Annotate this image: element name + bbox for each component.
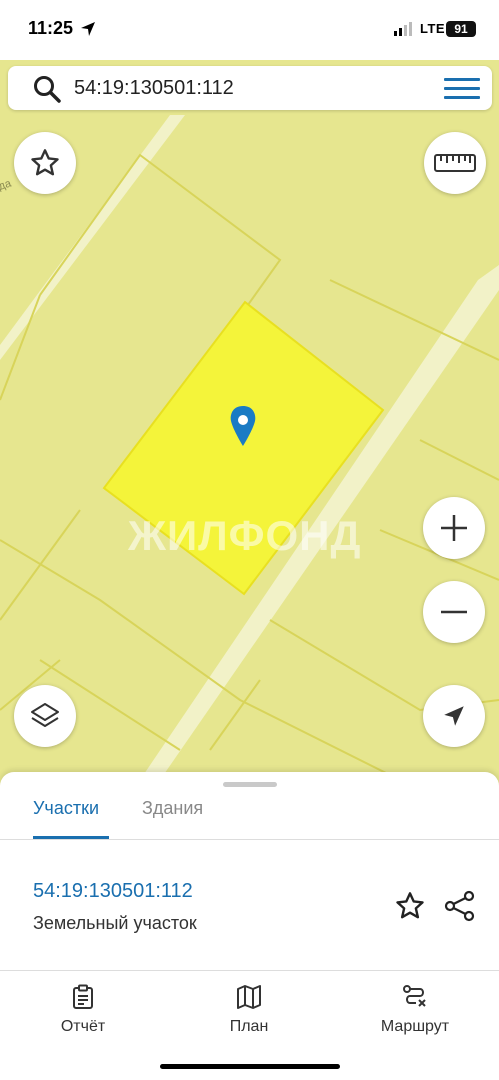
nav-route[interactable]: Маршрут: [355, 984, 475, 1036]
status-time: 11:25: [28, 18, 74, 38]
map-icon: [237, 985, 261, 1009]
nav-plan-label: План: [229, 1018, 269, 1035]
nav-report[interactable]: Отчёт: [23, 984, 143, 1036]
home-indicator: [160, 1064, 340, 1069]
tab-plots[interactable]: Участки: [33, 798, 99, 819]
divider: [0, 970, 499, 971]
favorites-button[interactable]: [14, 132, 76, 194]
star-icon[interactable]: [394, 890, 426, 922]
nav-plan[interactable]: План: [189, 984, 309, 1036]
star-icon: [31, 149, 59, 176]
route-icon: [403, 985, 426, 1007]
divider: [0, 839, 499, 840]
signal-icon: [394, 22, 412, 36]
zoom-in-button[interactable]: [423, 497, 485, 559]
plot-cadastral-number[interactable]: 54:19:130501:112: [33, 880, 193, 903]
navigation-arrow-icon: [444, 706, 464, 726]
network-type: LTE: [420, 21, 446, 36]
nav-report-label: Отчёт: [60, 1018, 106, 1035]
tab-buildings[interactable]: Здания: [142, 798, 203, 819]
plot-type: Земельный участок: [33, 913, 197, 933]
map-edge-label: ода: [0, 177, 14, 194]
search-bar[interactable]: [8, 66, 492, 110]
zoom-out-button[interactable]: [423, 581, 485, 643]
share-icon[interactable]: [444, 890, 476, 922]
layers-button[interactable]: [14, 685, 76, 747]
search-input[interactable]: [74, 76, 414, 100]
plus-icon: [441, 515, 467, 541]
minus-icon: [441, 610, 467, 614]
battery-icon: 91: [446, 21, 476, 37]
status-bar: 11:25 LTE 91: [0, 0, 499, 60]
sheet-drag-handle[interactable]: [223, 782, 277, 787]
my-location-button[interactable]: [423, 685, 485, 747]
measure-button[interactable]: [424, 132, 486, 194]
clipboard-icon: [73, 984, 93, 1009]
watermark: ЖИЛФОНД: [128, 512, 362, 559]
search-icon[interactable]: [32, 74, 62, 104]
bottom-sheet[interactable]: Участки Здания 54:19:130501:112 Земельны…: [0, 772, 499, 972]
ruler-icon: [434, 154, 476, 172]
layers-icon: [31, 703, 59, 727]
location-arrow-icon: [81, 22, 95, 36]
bottom-navigation: Отчёт План Маршрут: [0, 972, 499, 1080]
nav-route-label: Маршрут: [380, 1018, 450, 1035]
hamburger-menu-icon[interactable]: [444, 78, 480, 100]
